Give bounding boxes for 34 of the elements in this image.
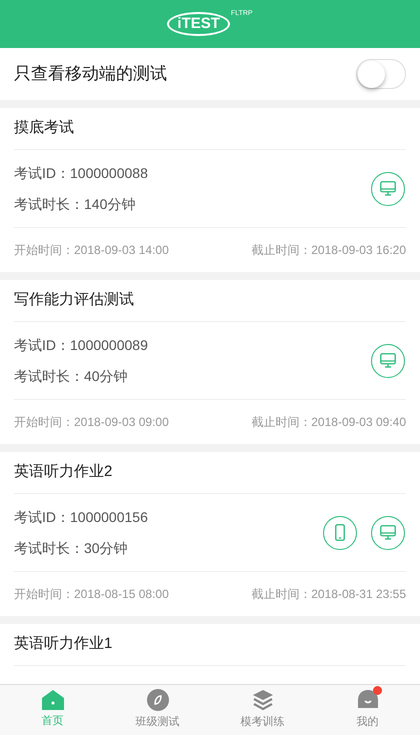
compass-icon — [146, 689, 168, 712]
layers-icon — [252, 689, 274, 712]
end-time: 截止时间：2018-09-03 09:40 — [251, 414, 406, 431]
mobile-only-switch[interactable] — [356, 59, 406, 89]
end-time: 截止时间：2018-09-03 16:20 — [251, 242, 406, 259]
exam-id: 考试ID：1000000156 — [14, 508, 148, 526]
computer-button[interactable] — [371, 172, 405, 206]
phone-icon — [335, 524, 345, 541]
exam-id: 考试ID：1000000088 — [14, 164, 148, 182]
computer-button[interactable] — [371, 516, 405, 550]
computer-button[interactable] — [371, 344, 405, 378]
mobile-button[interactable] — [323, 516, 357, 550]
exam-card[interactable]: 摸底考试 考试ID：1000000088 考试时长：140分钟 开始时间：2018-09-03 14:00 截止时间：2018-09-03 16:20 — [0, 108, 420, 272]
start-time: 开始时间：2018-08-15 08:00 — [14, 586, 169, 603]
start-time: 开始时间：2018-09-03 14:00 — [14, 242, 169, 259]
monitor-icon — [380, 353, 396, 368]
exam-title: 摸底考试 — [14, 108, 406, 150]
monitor-icon — [380, 181, 396, 196]
monitor-icon — [380, 525, 396, 540]
exam-card[interactable]: 英语听力作业2 考试ID：1000000156 考试时长：30分钟 开始时间：2018-08-15 08:00 截止时间：2018-08-31 23:55 — [0, 452, 420, 616]
exam-card[interactable]: 英语听力作业1 — [0, 624, 420, 684]
itest-logo: iTEST — [167, 12, 230, 36]
exam-id: 考试ID：1000000089 — [14, 336, 148, 354]
exam-title: 英语听力作业1 — [14, 624, 406, 666]
exam-duration: 考试时长：40分钟 — [14, 366, 129, 386]
end-time: 截止时间：2018-08-31 23:55 — [251, 586, 406, 603]
exam-duration: 考试时长：140分钟 — [14, 194, 136, 214]
exam-duration: 考试时长：30分钟 — [14, 538, 129, 558]
exam-title: 英语听力作业2 — [14, 452, 406, 494]
filter-label: 只查看移动端的测试 — [14, 63, 167, 86]
start-time: 开始时间：2018-09-03 09:00 — [14, 414, 169, 431]
exam-card[interactable]: 写作能力评估测试 考试ID：1000000089 考试时长：40分钟 开始时间：2018-09-03 09:00 截止时间：2018-09-03 09:40 — [0, 280, 420, 444]
home-icon — [42, 690, 64, 710]
exam-title: 写作能力评估测试 — [14, 280, 406, 322]
